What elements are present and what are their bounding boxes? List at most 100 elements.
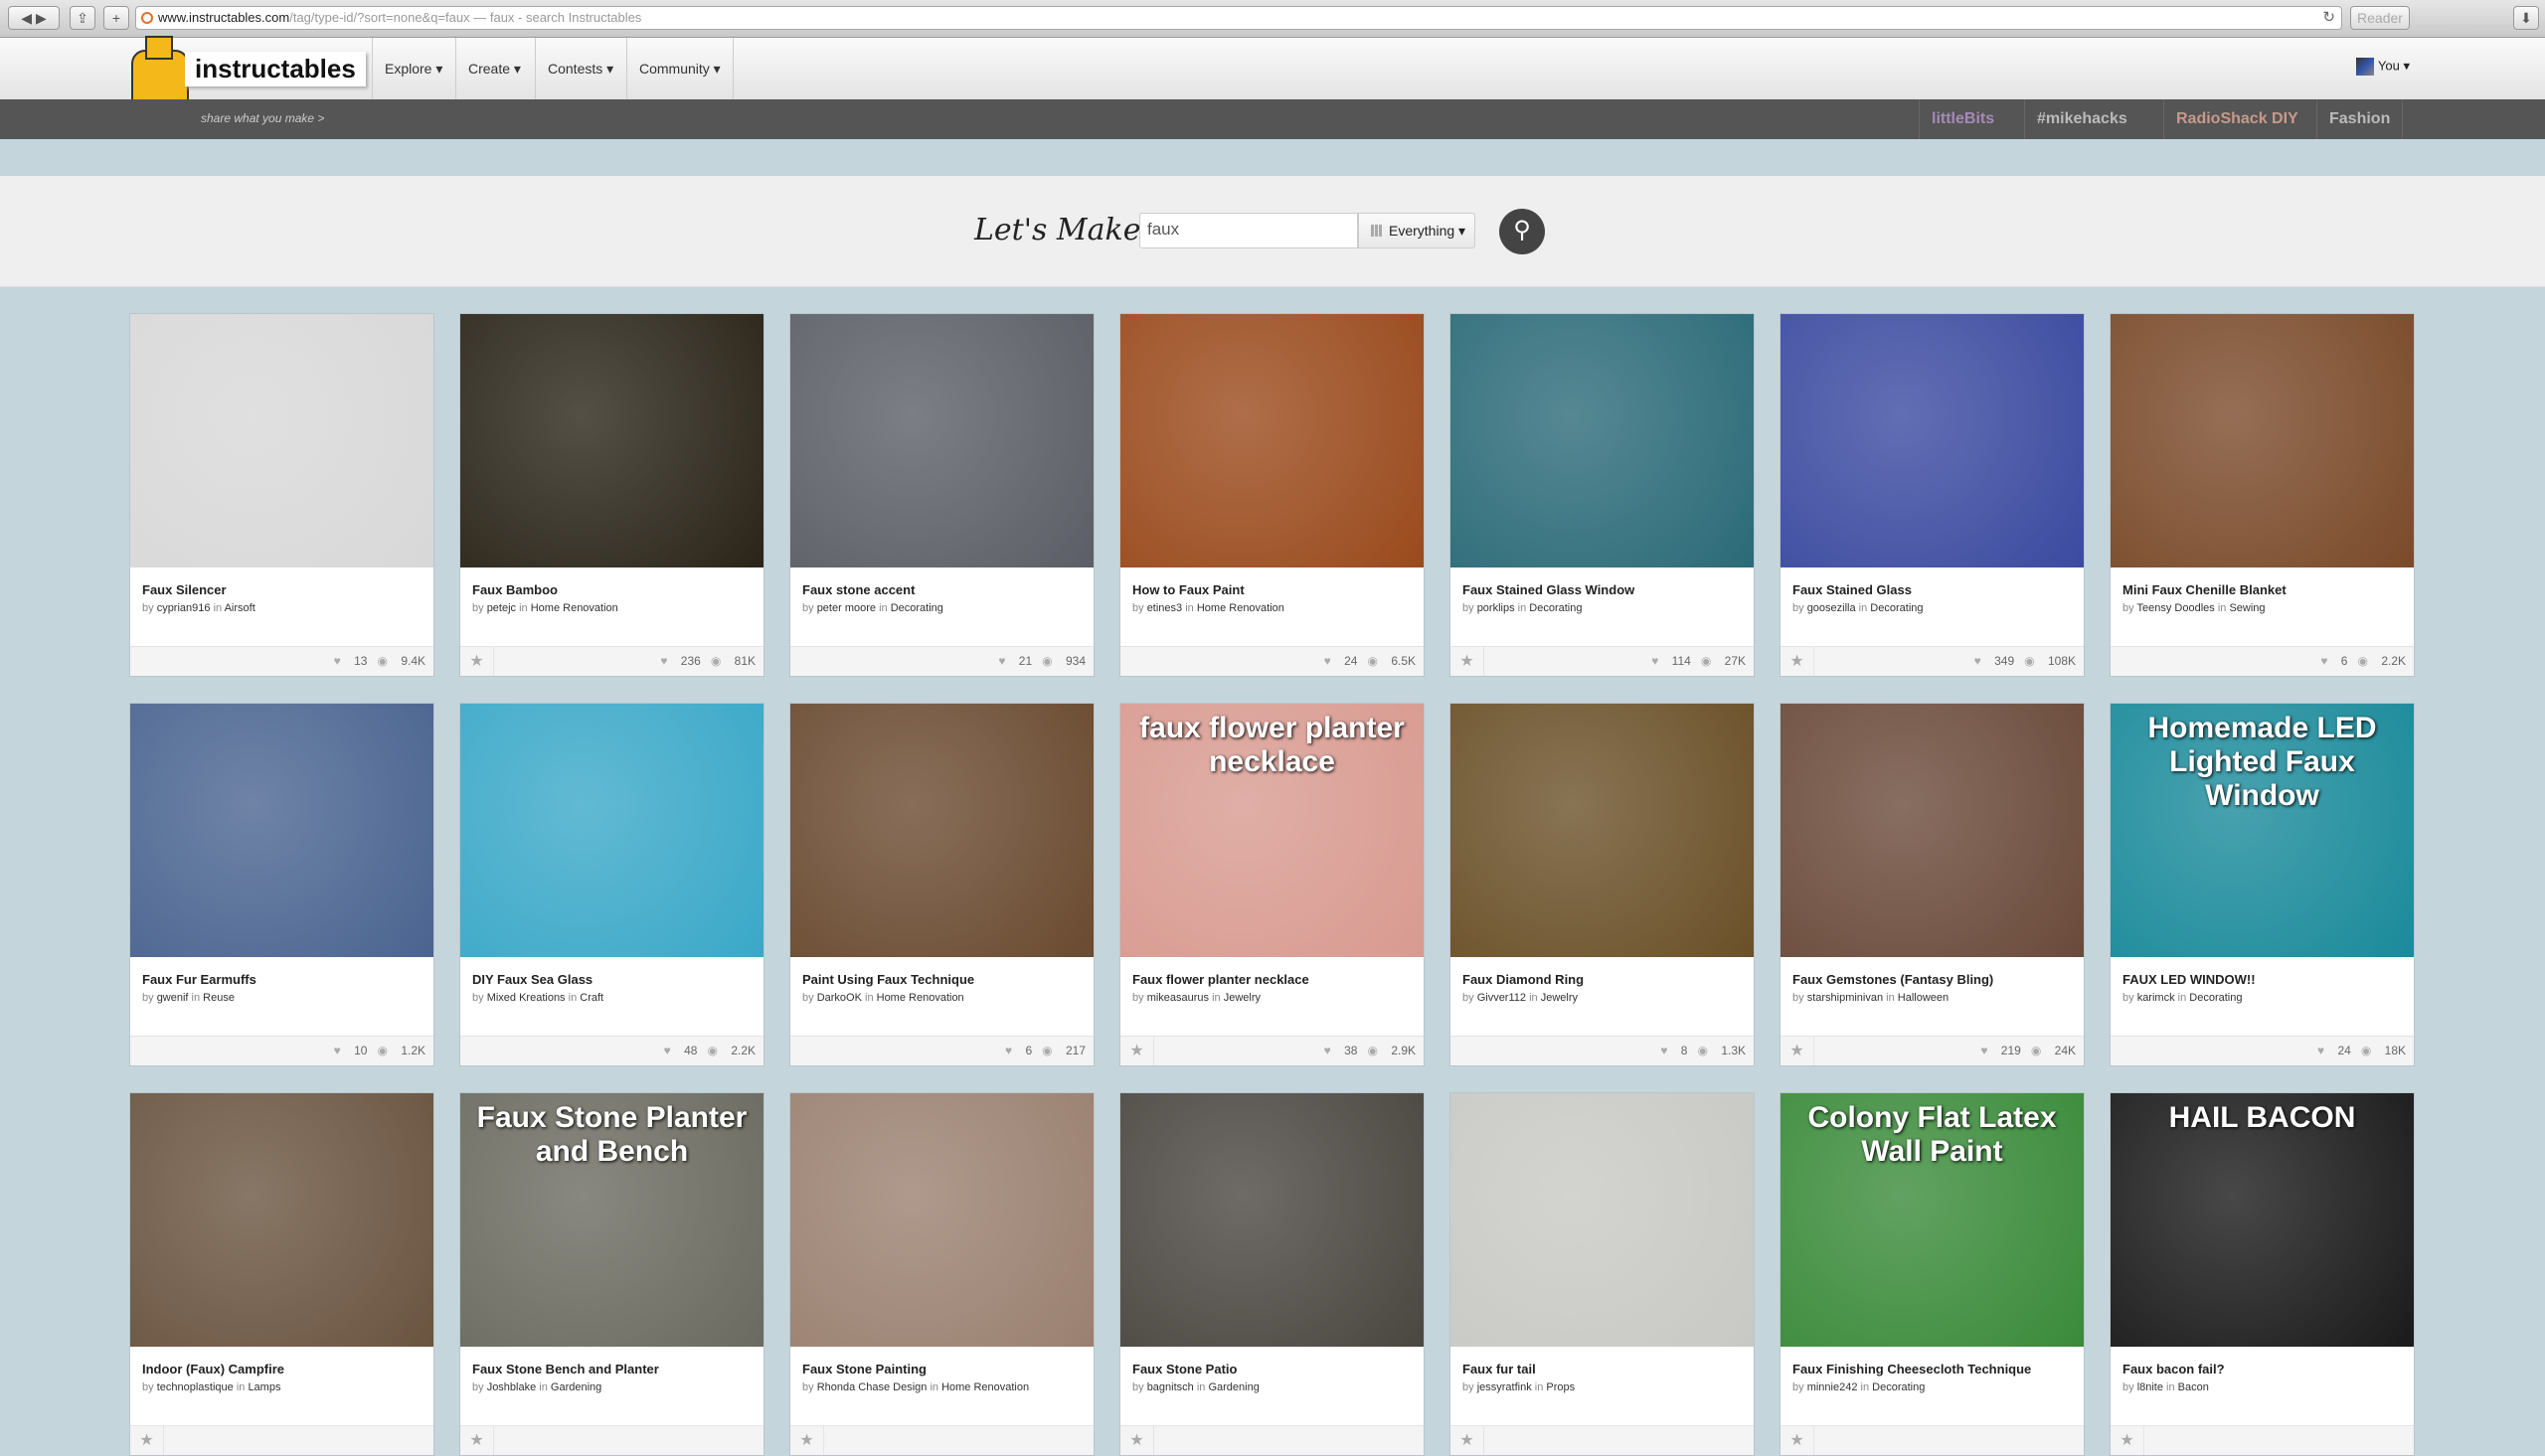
project-image[interactable]: Colony Flat Latex Wall Paint [1781,1093,2084,1347]
author-link[interactable]: porklips [1477,602,1515,614]
category-link[interactable]: Props [1546,1381,1575,1393]
project-image[interactable] [130,314,433,567]
nav-contests[interactable]: Contests ▾ [535,38,625,99]
category-link[interactable]: Home Renovation [877,992,964,1004]
project-title[interactable]: Indoor (Faux) Campfire [142,1362,284,1376]
reload-icon[interactable]: ↻ [2322,7,2335,29]
reader-button[interactable]: Reader [2350,6,2410,30]
author-link[interactable]: starshipminivan [1807,992,1883,1004]
project-card[interactable]: faux flower planter necklace Faux flower… [1119,703,1425,1066]
category-link[interactable]: Bacon [2178,1381,2209,1393]
project-image[interactable] [1450,1093,1754,1347]
author-link[interactable]: Givver112 [1477,992,1526,1004]
project-title[interactable]: How to Faux Paint [1132,582,1245,597]
search-button[interactable]: ⚲ [1499,209,1545,254]
project-card[interactable]: Paint Using Faux Technique by DarkoOK in… [789,703,1095,1066]
project-title[interactable]: Paint Using Faux Technique [802,972,974,987]
category-link[interactable]: Home Renovation [1197,602,1284,614]
project-card[interactable]: Faux Stained Glass by goosezilla in Deco… [1780,313,2085,677]
project-card[interactable]: Faux Stained Glass Window by porklips in… [1449,313,1755,677]
project-image[interactable]: Faux Stone Planter and Bench [460,1093,764,1347]
project-title[interactable]: Faux Stone Painting [802,1362,927,1376]
project-card[interactable]: Faux Silencer by cyprian916 in Airsoft ♥… [129,313,434,677]
project-title[interactable]: Faux Fur Earmuffs [142,972,256,987]
category-link[interactable]: Decorating [2189,992,2242,1004]
category-link[interactable]: Gardening [1208,1381,1259,1393]
author-link[interactable]: Teensy Doodles [2136,602,2214,614]
project-card[interactable]: Faux Stone Patio by bagnitsch in Gardeni… [1119,1092,1425,1456]
author-link[interactable]: Mixed Kreations [487,992,566,1004]
project-title[interactable]: Faux bacon fail? [2122,1362,2225,1376]
project-image[interactable] [790,314,1094,567]
project-card[interactable]: Faux Stone Planter and Bench Faux Stone … [459,1092,764,1456]
author-link[interactable]: karimck [2137,992,2175,1004]
category-link[interactable]: Gardening [551,1381,601,1393]
partner-radioshack[interactable]: RadioShack DIY [2163,99,2310,139]
project-image[interactable]: HAIL BACON [2111,1093,2414,1347]
tagline[interactable]: share what you make > [201,111,324,125]
partner-littlebits[interactable]: littleBits [1919,99,2006,139]
category-link[interactable]: Home Renovation [531,602,618,614]
author-link[interactable]: bagnitsch [1147,1381,1194,1393]
category-link[interactable]: Decorating [1872,1381,1925,1393]
author-link[interactable]: minnie242 [1807,1381,1858,1393]
project-card[interactable]: Faux Bamboo by petejc in Home Renovation… [459,313,764,677]
category-link[interactable]: Craft [580,992,603,1004]
author-link[interactable]: gwenif [157,992,189,1004]
project-card[interactable]: Colony Flat Latex Wall Paint Faux Finish… [1780,1092,2085,1456]
author-link[interactable]: goosezilla [1807,602,1856,614]
category-link[interactable]: Lamps [248,1381,280,1393]
category-link[interactable]: Reuse [203,992,235,1004]
author-link[interactable]: jessyratfink [1477,1381,1532,1393]
new-tab-button[interactable]: + [103,6,129,30]
author-link[interactable]: l8nite [2137,1381,2163,1393]
project-title[interactable]: Faux Stained Glass Window [1462,582,1634,597]
project-title[interactable]: Faux Diamond Ring [1462,972,1584,987]
author-link[interactable]: petejc [487,602,516,614]
project-image[interactable] [1120,314,1424,567]
author-link[interactable]: peter moore [817,602,876,614]
project-card[interactable]: Faux Stone Painting by Rhonda Chase Desi… [789,1092,1095,1456]
partner-mikehacks[interactable]: #mikehacks [2024,99,2139,139]
project-image[interactable] [460,704,764,957]
project-title[interactable]: Mini Faux Chenille Blanket [2122,582,2287,597]
project-card[interactable]: Indoor (Faux) Campfire by technoplastiqu… [129,1092,434,1456]
nav-create[interactable]: Create ▾ [455,38,533,99]
project-title[interactable]: Faux Bamboo [472,582,558,597]
project-card[interactable]: How to Faux Paint by etines3 in Home Ren… [1119,313,1425,677]
author-link[interactable]: DarkoOK [817,992,862,1004]
project-title[interactable]: Faux Finishing Cheesecloth Technique [1792,1362,2031,1376]
project-image[interactable] [1781,704,2084,957]
project-image[interactable] [790,1093,1094,1347]
category-link[interactable]: Jewelry [1541,992,1578,1004]
author-link[interactable]: mikeasaurus [1147,992,1209,1004]
project-title[interactable]: DIY Faux Sea Glass [472,972,593,987]
author-link[interactable]: Rhonda Chase Design [817,1381,928,1393]
category-link[interactable]: Jewelry [1224,992,1261,1004]
category-link[interactable]: Decorating [1529,602,1582,614]
project-title[interactable]: FAUX LED WINDOW!! [2122,972,2256,987]
back-forward-buttons[interactable]: ◀ ▶ [8,6,60,30]
author-link[interactable]: Joshblake [487,1381,537,1393]
category-link[interactable]: Sewing [2229,602,2265,614]
project-card[interactable]: Faux Diamond Ring by Givver112 in Jewelr… [1449,703,1755,1066]
project-image[interactable] [790,704,1094,957]
project-title[interactable]: Faux Stained Glass [1792,582,1912,597]
project-title[interactable]: Faux stone accent [802,582,915,597]
downloads-icon[interactable]: ⬇ [2513,6,2539,30]
site-logo[interactable]: instructables [185,52,366,86]
project-title[interactable]: Faux Stone Patio [1132,1362,1237,1376]
category-link[interactable]: Halloween [1898,992,1949,1004]
project-card[interactable]: Faux stone accent by peter moore in Deco… [789,313,1095,677]
project-title[interactable]: Faux fur tail [1462,1362,1536,1376]
project-card[interactable]: Mini Faux Chenille Blanket by Teensy Doo… [2110,313,2415,677]
category-link[interactable]: Airsoft [225,602,255,614]
share-button[interactable]: ⇪ [70,6,95,30]
project-card[interactable]: Homemade LED Lighted Faux Window FAUX LE… [2110,703,2415,1066]
project-image[interactable]: Homemade LED Lighted Faux Window [2111,704,2414,957]
search-input[interactable]: faux [1139,213,1358,248]
project-image[interactable] [130,1093,433,1347]
project-image[interactable]: faux flower planter necklace [1120,704,1424,957]
partner-fashion[interactable]: Fashion [2316,99,2404,139]
nav-community[interactable]: Community ▾ [626,38,734,99]
